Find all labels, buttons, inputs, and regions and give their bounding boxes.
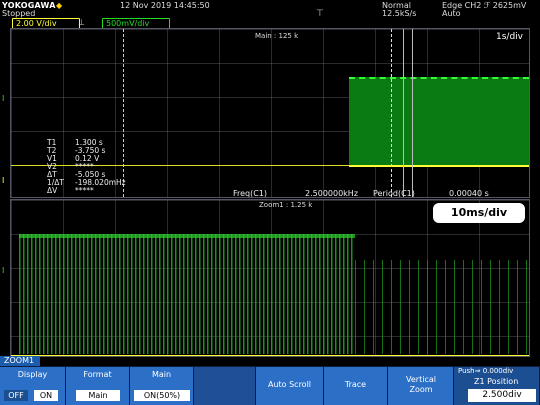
- zoom-channel-2-trace-tail: [355, 260, 529, 354]
- auto-scroll-softkey[interactable]: Auto Scroll: [256, 367, 324, 405]
- zoom-record-label: Zoom1 : 1.25 k: [259, 201, 313, 209]
- push-hint: Push⇒ 0.000div: [458, 367, 514, 375]
- main-title: Main: [151, 370, 172, 379]
- sample-rate: 12.5kS/s: [382, 9, 417, 18]
- meas-row: ΔV *****: [47, 187, 157, 195]
- acquisition-state: Stopped: [2, 9, 36, 18]
- display-off-option[interactable]: OFF: [4, 390, 28, 401]
- format-title: Format: [83, 370, 112, 379]
- zoom-channel-1-trace: [11, 355, 529, 356]
- main-softkey[interactable]: Main ON(50%): [130, 367, 194, 405]
- meas-row: 1/ΔT -198.020mHz: [47, 179, 157, 187]
- display-on-option[interactable]: ON: [34, 390, 58, 401]
- meas-row: T2 -3.750 s: [47, 147, 157, 155]
- freq-value: 2.500000kHz: [305, 189, 359, 198]
- z1-position-value[interactable]: 2.500div: [468, 389, 536, 402]
- diamond-icon: ◆: [56, 1, 63, 10]
- channel-2-trace-block: [349, 77, 529, 167]
- channel-1-ground-marker[interactable]: I: [2, 176, 4, 185]
- format-softkey[interactable]: Format Main: [66, 367, 130, 405]
- trigger-position-icon: ⊤: [316, 9, 324, 19]
- meas-key: ΔV: [47, 186, 58, 195]
- zoom-box-marker[interactable]: [403, 29, 413, 197]
- format-value: Main: [76, 390, 120, 401]
- period-label: Period(C1): [373, 189, 415, 198]
- main-time-div: 1s/div: [496, 32, 523, 42]
- main-value: ON(50%): [134, 390, 190, 401]
- channel-1-trace-high: [349, 165, 529, 167]
- date-time: 12 Nov 2019 14:45:50: [120, 1, 210, 10]
- zoom-channel-2-trace: [19, 234, 355, 354]
- coupling-icon: ⊥: [78, 18, 85, 27]
- zoom-waveform-window[interactable]: Zoom1 : 1.25 k 10ms/div: [10, 199, 530, 357]
- channel-2-ground-marker[interactable]: I: [2, 94, 4, 103]
- cursor-t1[interactable]: [391, 29, 392, 197]
- auto-scroll-title: Auto Scroll: [267, 380, 312, 389]
- zoom-channel-2-marker[interactable]: I: [2, 266, 4, 275]
- vertical-zoom-softkey[interactable]: Vertical Zoom: [388, 367, 454, 405]
- trace-softkey[interactable]: Trace: [324, 367, 388, 405]
- trigger-auto: Auto: [442, 9, 461, 18]
- main-record-label: Main : 125 k: [255, 32, 299, 40]
- display-softkey[interactable]: Display OFF ON: [0, 367, 66, 405]
- main-waveform-window[interactable]: Main : 125 k 1s/div T1 1.300 s T2 -3.750 s…: [10, 28, 530, 198]
- meas-value: *****: [75, 186, 94, 195]
- cursor-measurements: T1 1.300 s T2 -3.750 s V1 0.12 V V2 ***** ΔT…: [47, 139, 157, 195]
- blank-softkey: [194, 367, 256, 405]
- freq-label: Freq(C1): [233, 189, 268, 198]
- trace-title: Trace: [344, 380, 367, 389]
- z1-position-title: Z1 Position: [474, 377, 519, 386]
- period-value: 0.00040 s: [449, 189, 489, 198]
- meas-row: V1 0.12 V: [47, 155, 157, 163]
- display-title: Display: [17, 370, 48, 379]
- zoom-time-div-badge: 10ms/div: [433, 203, 525, 223]
- vertical-zoom-title: Vertical Zoom: [406, 375, 436, 394]
- zoom1-tab[interactable]: ZOOM1: [0, 356, 40, 366]
